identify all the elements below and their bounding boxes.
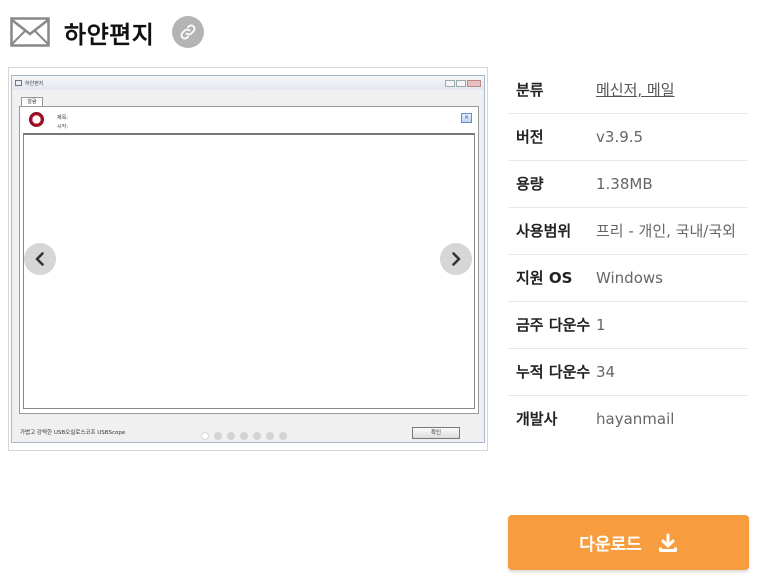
status-text: 가볍고 강력한 USB오실로스코프 USBScope	[20, 430, 126, 436]
info-row-os: 지원 OS Windows	[508, 255, 748, 302]
screenshot-carousel: 하얀편지 알람 제목: 시각: × 가볍고 강력한 USB오실로스코프 USBS…	[8, 67, 488, 451]
slide-dot[interactable]	[227, 432, 235, 440]
info-label: 지원 OS	[516, 269, 573, 287]
close-small-icon: ×	[461, 113, 472, 123]
download-icon	[658, 533, 678, 553]
info-label: 분류	[516, 81, 544, 99]
ok-button: 확인	[412, 427, 460, 439]
link-icon	[180, 24, 196, 40]
header: 하얀편지	[10, 12, 205, 52]
info-row-license: 사용범위 프리 - 개인, 국내/국외	[508, 208, 748, 255]
category-link[interactable]: 메신저, 메일	[596, 79, 748, 102]
slide-dot[interactable]	[240, 432, 248, 440]
info-label: 누적 다운수	[516, 363, 591, 381]
window-title: 하얀편지	[25, 80, 44, 87]
info-row-total-downloads: 누적 다운수 34	[508, 349, 748, 396]
info-value: Windows	[596, 269, 663, 287]
info-value: 34	[596, 363, 616, 381]
info-label: 금주 다운수	[516, 316, 591, 334]
slide-dot[interactable]	[214, 432, 222, 440]
mail-icon	[10, 17, 50, 47]
app-title: 하얀편지	[64, 20, 155, 49]
alarm-clock-icon	[29, 112, 44, 127]
copy-link-button[interactable]	[172, 16, 205, 48]
close-icon	[467, 79, 481, 87]
maximize-icon	[456, 79, 466, 87]
message-area	[23, 133, 475, 409]
slide-indicators	[201, 432, 287, 440]
window-titlebar: 하얀편지	[12, 76, 484, 90]
info-value: 1.38MB	[596, 175, 653, 193]
slide-dot[interactable]	[266, 432, 274, 440]
info-label: 버전	[516, 128, 544, 146]
slide-dot[interactable]	[201, 432, 209, 440]
slide-dot[interactable]	[253, 432, 261, 440]
chevron-left-icon	[35, 252, 44, 266]
info-row-category: 분류 메신저, 메일	[508, 67, 748, 114]
tab-panel: 제목: 시각: ×	[19, 106, 479, 414]
screenshot-window: 하얀편지 알람 제목: 시각: × 가볍고 강력한 USB오실로스코프 USBS…	[11, 75, 485, 443]
window-controls	[445, 79, 481, 87]
time-label: 시각:	[57, 124, 68, 130]
slide-dot[interactable]	[279, 432, 287, 440]
info-value: v3.9.5	[596, 128, 644, 146]
info-label: 개발사	[516, 410, 558, 428]
info-row-version: 버전 v3.9.5	[508, 114, 748, 161]
download-label: 다운로드	[579, 535, 642, 555]
subject-label: 제목:	[57, 115, 68, 121]
chevron-right-icon	[452, 252, 461, 266]
info-row-weekly-downloads: 금주 다운수 1	[508, 302, 748, 349]
info-value: 1	[596, 316, 606, 334]
info-row-developer: 개발사 hayanmail	[508, 396, 748, 442]
window-icon	[15, 80, 22, 86]
info-value: 프리 - 개인, 국내/국외	[596, 222, 736, 240]
minimize-icon	[445, 79, 455, 87]
info-value: hayanmail	[596, 410, 675, 428]
info-row-size: 용량 1.38MB	[508, 161, 748, 208]
info-table: 분류 메신저, 메일 버전 v3.9.5 용량 1.38MB 사용범위 프리 -…	[508, 67, 748, 442]
info-label: 용량	[516, 175, 544, 193]
info-label: 사용범위	[516, 222, 572, 240]
next-slide-button[interactable]	[440, 243, 472, 275]
previous-slide-button[interactable]	[24, 243, 56, 275]
download-button[interactable]: 다운로드	[508, 515, 749, 570]
